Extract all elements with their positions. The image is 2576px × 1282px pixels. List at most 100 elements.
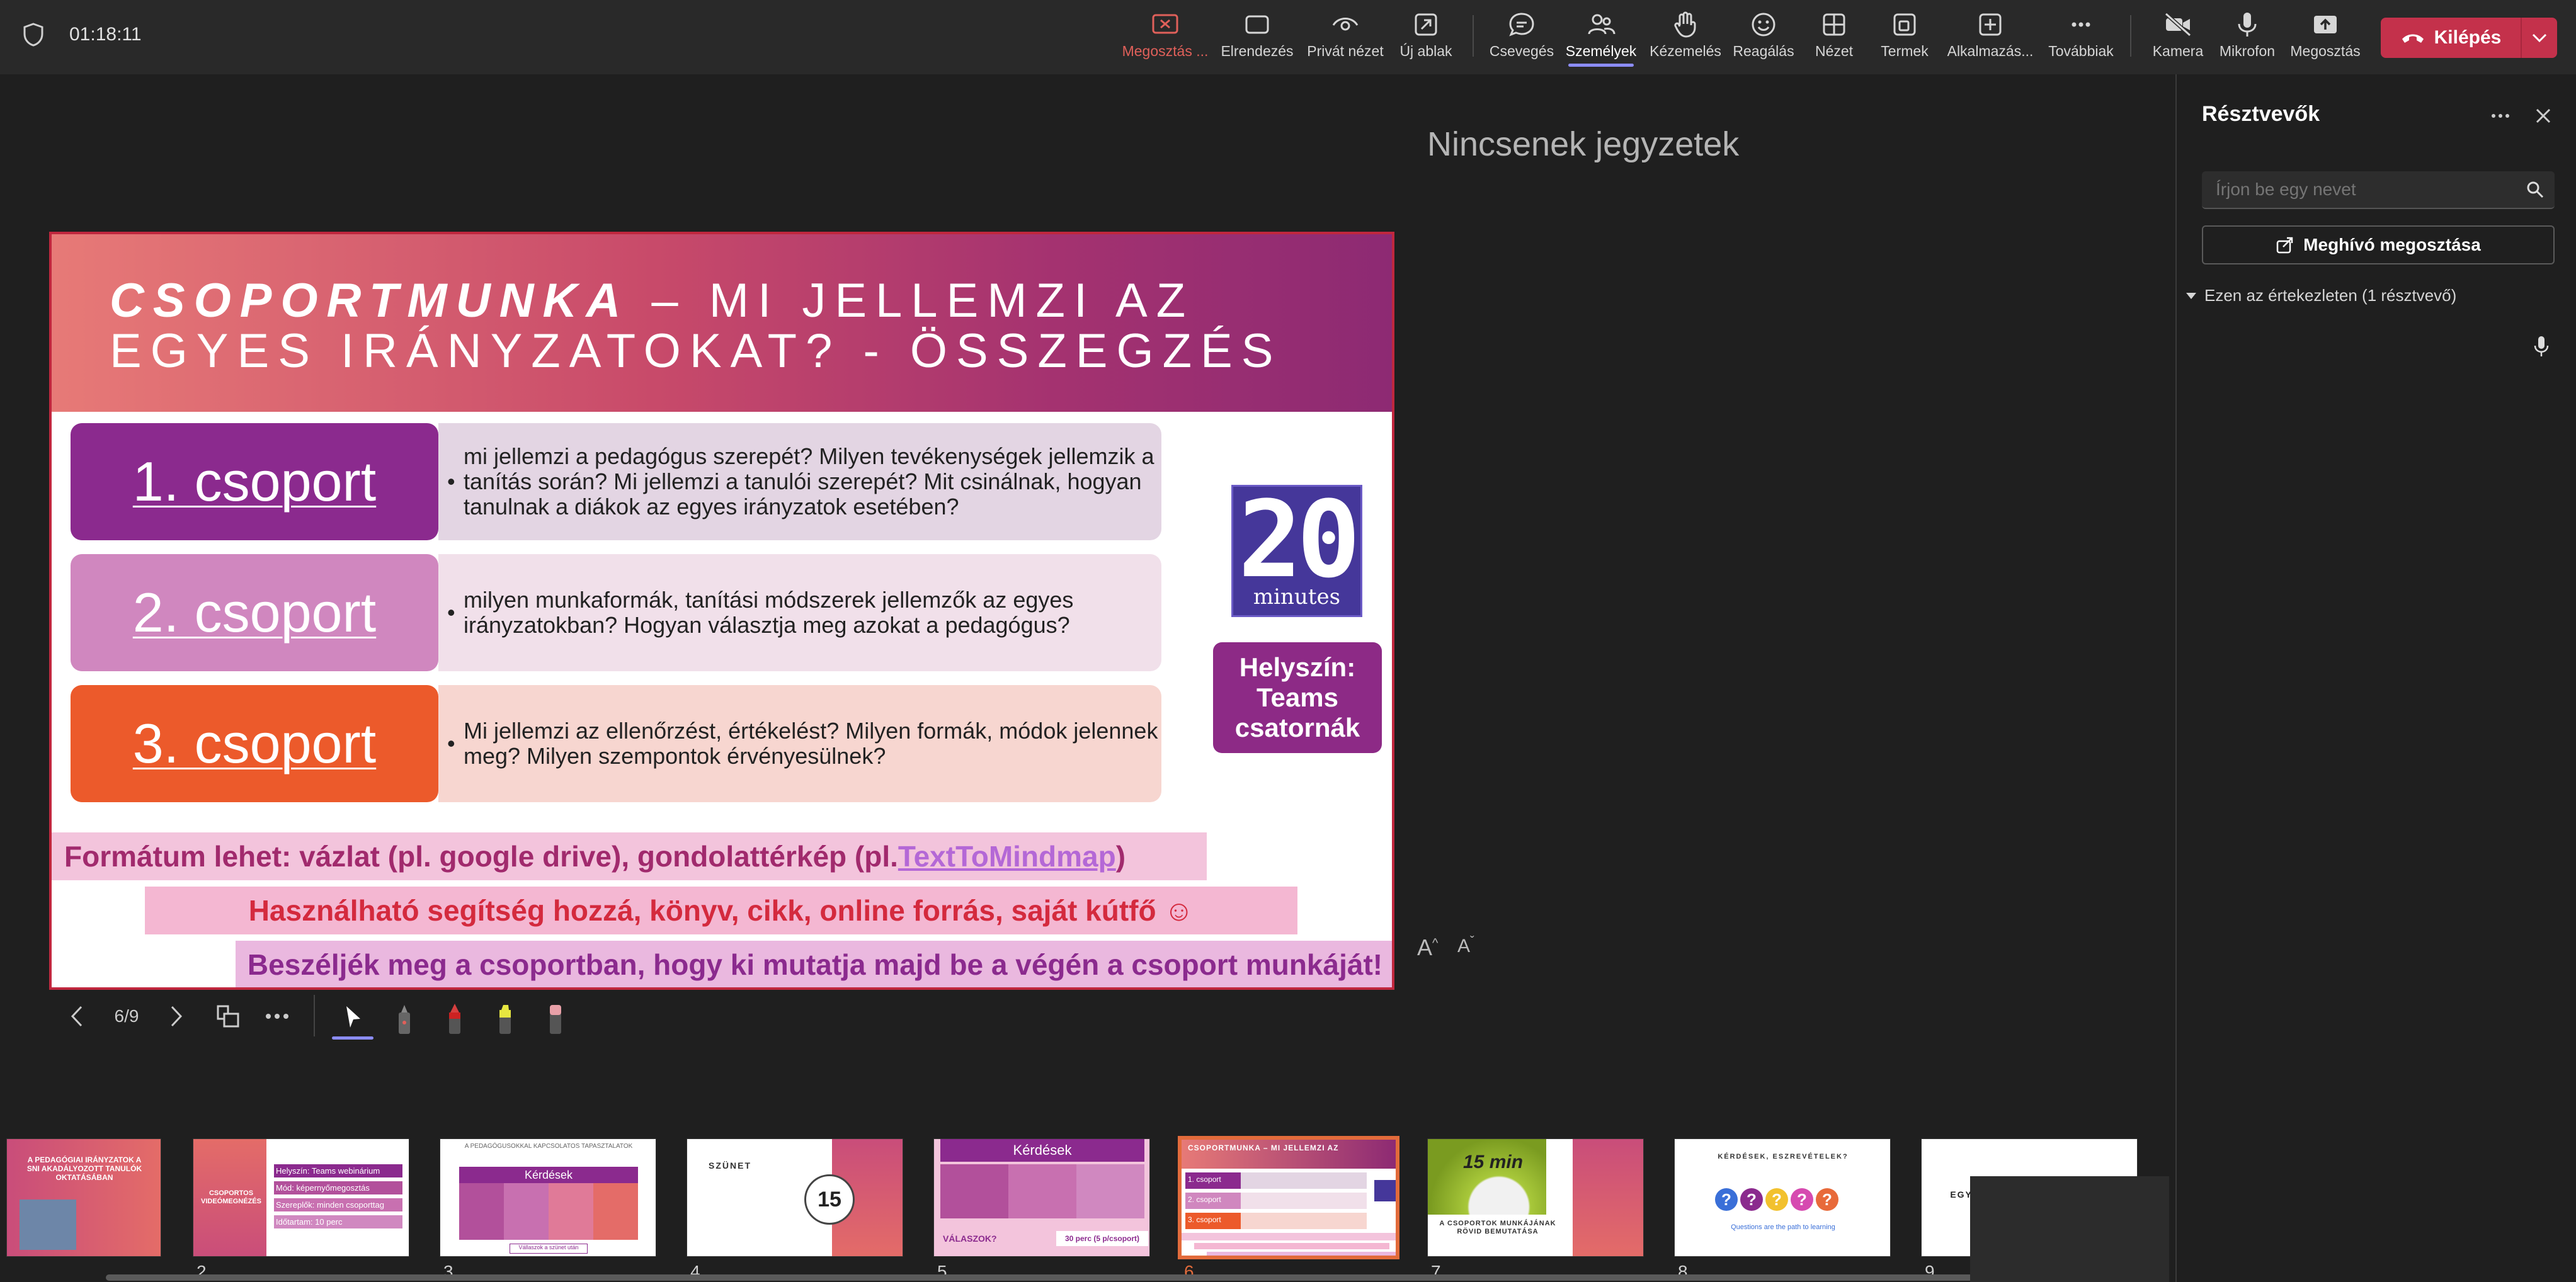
raise-hand-button[interactable]: Kézemelés (1641, 9, 1730, 67)
rooms-icon (1893, 13, 1916, 36)
share-invite-button[interactable]: Meghívó megosztása (2202, 225, 2555, 264)
chevron-left-icon (71, 1006, 83, 1027)
mic-icon (2238, 13, 2257, 37)
camera-off-icon (2164, 12, 2192, 37)
thumbnail-scrollbar[interactable] (106, 1274, 2146, 1281)
more-controls-button[interactable] (258, 991, 296, 1041)
search-icon (2527, 181, 2544, 198)
participants-title: Résztvevők (2202, 102, 2320, 126)
chat-button[interactable]: Csevegés (1478, 9, 1566, 67)
share-icon (2314, 16, 2337, 33)
thumbnail-slide-3[interactable]: A PEDAGÓGUSOKKAL KAPCSOLATOS TAPASZTALAT… (440, 1138, 656, 1257)
microphone-button[interactable]: Mikrofon (2203, 9, 2291, 67)
presentation-stage: CSOPORTMUNKA – MI JELLEMZI AZ EGYES IRÁN… (0, 74, 2173, 1282)
close-icon (2536, 108, 2551, 123)
slide-title-line2: EGYES IRÁNYZATOKAT? - ÖSSZEGZÉS (110, 324, 1282, 378)
leave-main[interactable]: Kilépés (2381, 18, 2521, 58)
share-button[interactable]: Megosztás (2281, 9, 2369, 67)
apps-button[interactable]: Alkalmazás... (1946, 9, 2034, 67)
people-button[interactable]: Személyek (1557, 9, 1645, 67)
share-invite-icon (2276, 237, 2293, 254)
timer-text: 01:18:11 (69, 24, 142, 45)
group-1-description: • mi jellemzi a pedagógus szerepét? Mily… (438, 423, 1161, 540)
chat-icon (1509, 13, 1534, 37)
slide-thumbnail-strip: A PEDAGÓGIAI IRÁNYZATOK A SNI AKADÁLYOZO… (0, 1091, 2173, 1282)
laser-pointer-icon (399, 1005, 410, 1034)
more-button[interactable]: Továbbiak (2037, 9, 2125, 67)
mic-icon (2534, 336, 2549, 356)
next-slide-button[interactable] (162, 991, 190, 1041)
participant-mic-status (2533, 335, 2550, 361)
react-icon (1752, 13, 1775, 37)
meeting-timer: 01:18:11 (23, 23, 142, 47)
laser-tool[interactable] (385, 991, 423, 1048)
stop-sharing-button[interactable]: Megosztás ... (1121, 9, 1209, 67)
participant-search[interactable] (2202, 171, 2555, 209)
texttomindmap-link[interactable]: TextToMindmap (898, 839, 1116, 873)
discuss-line: Beszéljék meg a csoportban, hogy ki muta… (236, 941, 1392, 987)
increase-font-button[interactable]: A^ (1417, 934, 1438, 961)
slide-title-rest: – MI JELLEMZI AZ (629, 274, 1195, 327)
group-3-label: 3. csoport (71, 685, 438, 802)
toolbar-divider (1473, 15, 1474, 57)
new-window-button[interactable]: Új ablak (1382, 9, 1470, 67)
people-icon (1588, 14, 1616, 35)
thumbnail-slide-6[interactable]: CSOPORTMUNKA – MI JELLEMZI AZ 1. csoport… (1178, 1136, 1399, 1259)
caret-down-icon (2186, 292, 2196, 299)
eraser-tool[interactable] (537, 991, 574, 1048)
pen-tool[interactable] (436, 991, 474, 1048)
more-icon (2492, 114, 2509, 118)
panel-more-button[interactable] (2487, 102, 2514, 130)
apps-icon (1979, 13, 2002, 36)
teams-meeting-window: 01:18:11 Megosztás ... Elrendezés Privát… (0, 0, 2576, 1282)
format-line: Formátum lehet: vázlat (pl. google drive… (52, 832, 1207, 880)
active-tool-indicator (332, 1036, 373, 1040)
eraser-icon (550, 1005, 561, 1034)
controls-divider (314, 995, 315, 1036)
self-video-preview (1970, 1176, 2169, 1282)
close-panel-button[interactable] (2529, 102, 2557, 130)
active-tab-indicator (1568, 64, 1634, 67)
thumbnail-slide-1[interactable]: A PEDAGÓGIAI IRÁNYZATOK A SNI AKADÁLYOZO… (6, 1138, 161, 1257)
meeting-toolbar: 01:18:11 Megosztás ... Elrendezés Privát… (0, 0, 2576, 74)
help-line: Használható segítség hozzá, könyv, cikk,… (145, 887, 1297, 934)
chevron-down-icon (2532, 33, 2547, 43)
leave-options-dropdown[interactable] (2521, 18, 2557, 58)
twenty-minutes-badge: 20 minutes (1231, 485, 1362, 617)
toolbar-divider (2130, 15, 2131, 57)
group-1-label: 1. csoport (71, 423, 438, 540)
highlighter-icon (499, 1005, 511, 1034)
location-box: Helyszín: Teams csatornák (1213, 642, 1382, 753)
highlighter-tool[interactable] (486, 991, 524, 1048)
previous-slide-button[interactable] (63, 991, 91, 1041)
leave-button[interactable]: Kilépés (2381, 18, 2557, 58)
new-window-icon (1415, 13, 1437, 36)
stop-share-icon (1152, 14, 1178, 34)
thumbnail-slide-8[interactable]: KÉRDÉSEK, ESZREVÉTELEK? ? ? ? ? ? Questi… (1674, 1138, 1891, 1257)
private-view-button[interactable]: Privát nézet (1301, 9, 1389, 67)
in-meeting-section[interactable]: Ezen az értekezleten (1 résztvevő) (2186, 286, 2456, 305)
layout-button[interactable]: Elrendezés (1213, 9, 1301, 67)
decrease-font-button[interactable]: Aˇ (1457, 934, 1474, 957)
thumbnail-slide-5[interactable]: Kérdések VÁLASZOK? 30 perc (5 p/csoport) (933, 1138, 1150, 1257)
page-indicator: 6/9 (114, 1006, 139, 1026)
chevron-right-icon (171, 1006, 183, 1027)
current-slide: CSOPORTMUNKA – MI JELLEMZI AZ EGYES IRÁN… (49, 232, 1394, 990)
pointer-tool[interactable] (330, 991, 375, 1052)
private-view-icon (1332, 18, 1359, 31)
thumbnail-slide-4[interactable]: SZÜNET 15 (687, 1138, 903, 1257)
cursor-icon (346, 1006, 360, 1028)
slide-title: CSOPORTMUNKA – MI JELLEMZI AZ EGYES IRÁN… (110, 276, 1282, 377)
group-3-description: • Mi jellemzi az ellenőrzést, értékelést… (438, 685, 1161, 802)
notes-empty-text: Nincsenek jegyzetek (1427, 125, 1740, 163)
participant-search-input[interactable] (2202, 171, 2517, 208)
grid-view-icon (217, 1005, 239, 1028)
thumbnail-slide-2[interactable]: CSOPORTOS VIDEÓMEGNÉZÉS Helyszín: Teams … (193, 1138, 409, 1257)
grid-view-button[interactable] (210, 991, 246, 1041)
pen-icon (449, 1004, 460, 1034)
rooms-button[interactable]: Termek (1861, 9, 1949, 67)
thumbnail-slide-7[interactable]: 15 min A CSOPORTOK MUNKÁJÁNAK RÖVID BEMU… (1427, 1138, 1644, 1257)
group-2-label: 2. csoport (71, 554, 438, 671)
participants-panel: Résztvevők Meghívó megosztása Ezen az ér… (2175, 74, 2576, 1282)
raise-hand-icon (1674, 11, 1696, 38)
